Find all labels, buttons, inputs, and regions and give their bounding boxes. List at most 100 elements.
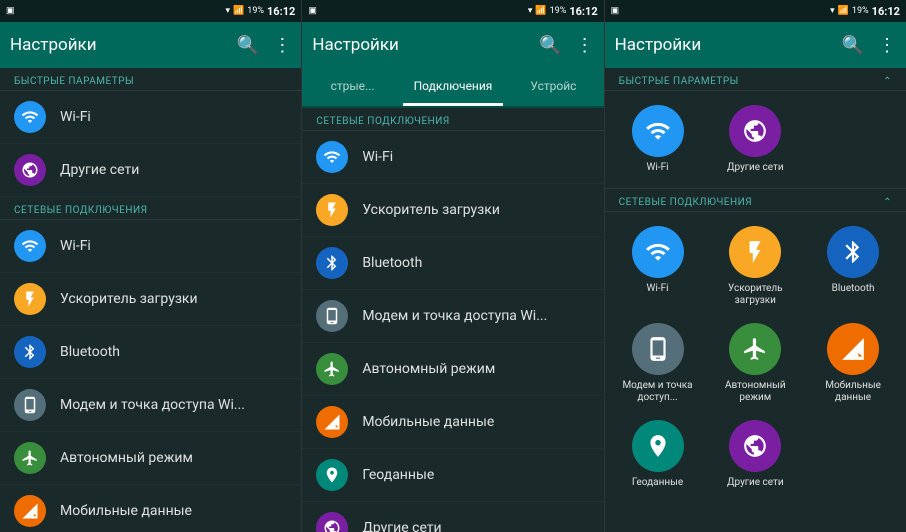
grid-mobile-net-3[interactable]: Мобильные данные [804,315,902,412]
tab-quick-label-2: стрые... [331,79,375,93]
signal-icon-3: 📶 [838,6,849,16]
collapse-quick-icon-3: ⌃ [883,76,892,87]
content-2: СЕТЕВЫЕ ПОДКЛЮЧЕНИЯ Wi-Fi Ускоритель заг… [302,108,603,532]
geo-label-2: Геоданные [362,467,434,483]
time-1: 16:12 [267,5,295,18]
list-item-wifi-quick-1[interactable]: Wi-Fi [0,91,301,144]
status-left-1: ▣ [6,6,15,16]
search-button-2[interactable]: 🔍 [539,35,561,56]
grid-wifi-quick-3[interactable]: Wi-Fi [609,97,707,182]
status-left-2: ▣ [308,6,317,16]
app-title-1: Настройки [10,35,223,55]
airplane-icon-1 [14,442,46,474]
mobile-label-2: Мобильные данные [362,414,494,430]
list-item-wifi-2[interactable]: Wi-Fi [302,131,603,184]
grid-geo-net-3[interactable]: Геоданные [609,412,707,497]
section-header-quick-3[interactable]: БЫСТРЫЕ ПАРАМЕТРЫ ⌃ [605,68,906,91]
grid-booster-net-3[interactable]: Ускоритель загрузки [706,218,804,315]
grid-bluetooth-net-3[interactable]: Bluetooth [804,218,902,315]
grid-wifi-net-3[interactable]: Wi-Fi [609,218,707,315]
mobile-icon-1 [14,495,46,527]
search-button-3[interactable]: 🔍 [842,35,864,56]
grid-bluetooth-label-3: Bluetooth [832,283,875,295]
app-title-2: Настройки [312,35,525,55]
list-item-bluetooth-2[interactable]: Bluetooth [302,237,603,290]
signal-icon-1: 📶 [233,6,244,16]
list-item-airplane-2[interactable]: Автономный режим [302,343,603,396]
grid-airplane-label-3: Автономный режим [710,380,800,404]
geo-icon-2 [316,459,348,491]
grid-othernet-net-icon-3 [729,420,781,472]
grid-booster-label-3: Ускоритель загрузки [710,283,800,307]
network-grid-3: Wi-Fi Ускоритель загрузки Bluetooth Моде… [605,212,906,503]
booster-label-1: Ускоритель загрузки [60,291,198,307]
grid-airplane-net-3[interactable]: Автономный режим [706,315,804,412]
list-item-bluetooth-1[interactable]: Bluetooth [0,326,301,379]
status-right-1: ▾ 📶 19% 16:12 [226,5,296,18]
airplane-icon-2 [316,353,348,385]
list-item-modem-2[interactable]: Модем и точка доступа Wi... [302,290,603,343]
time-3: 16:12 [872,5,900,18]
section-header-net-3[interactable]: СЕТЕВЫЕ ПОДКЛЮЧЕНИЯ ⌃ [605,189,906,212]
grid-othernet-net-3[interactable]: Другие сети [706,412,804,497]
content-1: БЫСТРЫЕ ПАРАМЕТРЫ Wi-Fi Другие сети СЕТЕ… [0,68,301,532]
grid-modem-net-3[interactable]: Модем и точка доступ... [609,315,707,412]
list-item-othernet-1[interactable]: Другие сети [0,144,301,197]
list-item-booster-1[interactable]: Ускоритель загрузки [0,273,301,326]
grid-mobile-icon-3 [827,323,879,375]
grid-wifi-icon-3 [632,105,684,157]
section-header-net-2: СЕТЕВЫЕ ПОДКЛЮЧЕНИЯ [302,108,603,131]
othernet-label-2: Другие сети [362,520,441,532]
status-left-3: ▣ [611,6,620,16]
signal-icon-2: 📶 [535,6,546,16]
wifi-icon-2 [316,141,348,173]
grid-geo-label-3: Геоданные [632,477,683,489]
status-right-3: ▾ 📶 19% 16:12 [830,5,900,18]
grid-mobile-label-3: Мобильные данные [808,380,898,404]
grid-wifi-net-label-3: Wi-Fi [647,283,669,295]
list-item-booster-2[interactable]: Ускоритель загрузки [302,184,603,237]
tab-connections-label-2: Подключения [414,79,493,93]
grid-modem-label-3: Модем и точка доступ... [613,380,703,404]
list-item-mobile-1[interactable]: Мобильные данные [0,485,301,532]
grid-othernet-quick-3[interactable]: Другие сети [706,97,804,182]
bluetooth-label-2: Bluetooth [362,255,422,271]
section-header-net-1: СЕТЕВЫЕ ПОДКЛЮЧЕНИЯ [0,197,301,220]
more-button-1[interactable]: ⋮ [273,35,291,56]
app-title-3: Настройки [615,35,828,55]
modem-label-2: Модем и точка доступа Wi... [362,308,547,324]
section-header-net-label-3: СЕТЕВЫЕ ПОДКЛЮЧЕНИЯ [619,197,752,208]
app-bar-1: Настройки 🔍 ⋮ [0,22,301,68]
list-item-mobile-2[interactable]: Мобильные данные [302,396,603,449]
grid-wifi-net-icon-3 [632,226,684,278]
tab-connections-2[interactable]: Подключения [403,68,503,106]
modem-icon-2 [316,300,348,332]
bluetooth-icon-1 [14,336,46,368]
collapse-net-icon-3: ⌃ [883,197,892,208]
grid-modem-icon-3 [632,323,684,375]
booster-label-2: Ускоритель загрузки [362,202,500,218]
list-item-geo-2[interactable]: Геоданные [302,449,603,502]
content-3: БЫСТРЫЕ ПАРАМЕТРЫ ⌃ Wi-Fi Другие сети СЕ… [605,68,906,532]
list-item-airplane-1[interactable]: Автономный режим [0,432,301,485]
grid-othernet-label-3: Другие сети [727,162,784,174]
more-button-3[interactable]: ⋮ [878,35,896,56]
othernet-label-1: Другие сети [60,162,139,178]
wifi-label-net-1: Wi-Fi [60,238,91,254]
screen-icon-2: ▣ [308,6,317,16]
airplane-label-1: Автономный режим [60,450,193,466]
wifi-icon-net-1 [14,230,46,262]
more-button-2[interactable]: ⋮ [576,35,594,56]
status-bar-2: ▣ ▾ 📶 19% 16:12 [302,0,603,22]
wifi-label-2: Wi-Fi [362,149,393,165]
tab-bar-2: стрые... Подключения Устройс [302,68,603,108]
tab-devices-2[interactable]: Устройс [503,68,603,106]
search-button-1[interactable]: 🔍 [237,35,259,56]
grid-airplane-icon-3 [729,323,781,375]
list-item-wifi-net-1[interactable]: Wi-Fi [0,220,301,273]
battery-text-3: 19% [852,6,869,16]
tab-quick-2[interactable]: стрые... [302,68,402,106]
list-item-modem-1[interactable]: Модем и точка доступа Wi... [0,379,301,432]
list-item-othernet-2[interactable]: Другие сети [302,502,603,532]
grid-geo-icon-3 [632,420,684,472]
